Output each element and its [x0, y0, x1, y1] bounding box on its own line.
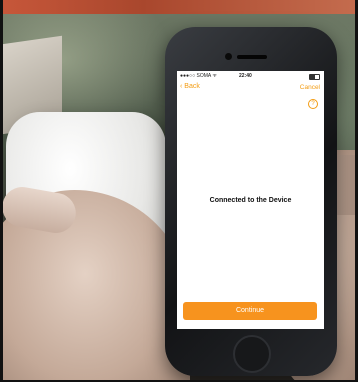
battery-icon	[309, 74, 320, 80]
photo-background: ●●●○○ SOMA ᯤ 22:40 ‹ Back Cancel ? Conne…	[0, 0, 358, 382]
connection-message: Connected to the Device	[209, 197, 292, 204]
chevron-left-icon: ‹	[180, 83, 183, 90]
question-circle-icon[interactable]: ?	[308, 99, 318, 109]
earpiece-speaker	[237, 55, 267, 59]
home-button[interactable]	[233, 335, 271, 373]
back-label: Back	[184, 83, 200, 90]
left-border	[0, 0, 3, 382]
phone-screen: ●●●○○ SOMA ᯤ 22:40 ‹ Back Cancel ? Conne…	[177, 71, 324, 329]
nav-bar: ‹ Back Cancel	[177, 81, 324, 95]
continue-button[interactable]: Continue	[183, 302, 317, 320]
status-time: 22:40	[239, 73, 252, 79]
red-top-edge	[0, 0, 358, 14]
smartphone: ●●●○○ SOMA ᯤ 22:40 ‹ Back Cancel ? Conne…	[165, 27, 337, 376]
carrier-label: ●●●○○ SOMA ᯤ	[180, 73, 217, 79]
back-button[interactable]: ‹ Back	[180, 83, 200, 90]
cancel-button[interactable]: Cancel	[300, 84, 320, 91]
status-bar: ●●●○○ SOMA ᯤ 22:40	[177, 71, 324, 81]
front-camera	[225, 53, 232, 60]
